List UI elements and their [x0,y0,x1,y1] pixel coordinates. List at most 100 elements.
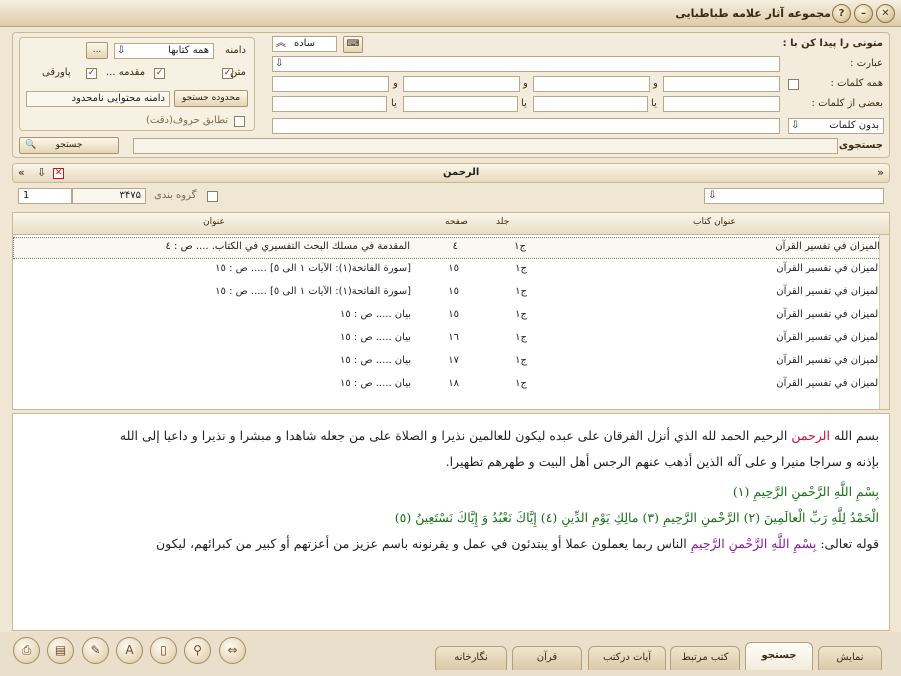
grouping-checkbox[interactable] [207,191,218,202]
dropdown-arrow-icon: ⇩ [117,45,126,56]
dropdown-arrow-icon[interactable]: ⇩ [37,166,46,179]
all-words-input-3[interactable] [403,76,520,92]
scope-select[interactable]: همه کتابها ⇩ [114,43,214,59]
zoom-icon[interactable]: ⚲ [184,637,211,664]
table-row[interactable]: الميزان في تفسير القرآن ج۱ ١٧ بيان ..... ص … [13,352,889,374]
footnote-label: پاورقی [42,67,71,78]
table-row[interactable]: الميزان في تفسير القرآن ج۱ ١٥ [سورة الفاتحة… [13,283,889,305]
help-icon[interactable]: ? [832,4,851,23]
row-title: بيان ..... ص : ١٥ [339,309,411,320]
exact-match-label: تطابق حروف(دقت) [146,115,229,126]
range-value: دامنه محتوایی نامحدود [26,91,170,107]
intro-label: مقدمه ... [106,67,146,78]
row-page: ١٥ [448,263,459,274]
scope-value: همه کتابها [168,45,209,56]
col-page-header[interactable]: صفحه [445,217,468,227]
table-row[interactable]: الميزان في تفسير القرآن ج۱ ١٥ [سورة الفاتحة… [13,260,889,282]
col-volume-header[interactable]: جلد [496,217,509,227]
row-volume: ج۱ [515,263,527,274]
tab-2[interactable]: کتب مرتبط [670,646,740,670]
row-volume: ج۱ [515,378,527,389]
some-words-input-4[interactable] [272,96,387,112]
edit-note-icon[interactable]: ✎ [82,637,109,664]
intro-checkbox[interactable]: ✓ [154,68,165,79]
all-words-input-2[interactable] [533,76,650,92]
tab-0[interactable]: نمایش [818,646,882,670]
all-words-input-1[interactable] [663,76,780,92]
and-label-1: و [653,78,658,89]
search-button[interactable]: 🔍 جستجو [19,137,119,154]
title-bar: ✕ – ? مجموعه آثار علامه طباطبایی [0,0,901,27]
page-icon[interactable]: ▯ [150,637,177,664]
close-icon[interactable]: ✕ [876,4,895,23]
row-title: المقدمة في مسلك البحث التفسيري في الكتاب… [165,241,410,252]
table-scrollbar[interactable] [879,235,889,409]
search-header-label: متونی را پیدا کن با : [782,38,883,49]
dropdown-arrow-icon: ⇩ [791,120,800,131]
table-row[interactable]: الميزان في تفسير القرآن ج۱ ٤ المقدمة في مسل… [13,237,889,259]
footnote-checkbox[interactable]: ✓ [86,68,97,79]
all-words-input-4[interactable] [272,76,389,92]
some-words-input-2[interactable] [533,96,648,112]
without-words-input[interactable] [272,118,780,134]
keyboard-button[interactable]: ⌨ [343,36,363,53]
range-button[interactable]: محدوده جستجو [174,90,248,107]
search-button-label: جستجو [55,140,83,150]
tab-4[interactable]: قرآن [512,646,582,670]
search-mode-select[interactable]: ساده ︽ [272,36,337,52]
row-book: الميزان في تفسير القرآن [776,309,881,320]
minimize-icon[interactable]: – [854,4,873,23]
table-row[interactable]: الميزان في تفسير القرآن ج۱ ١٥ بيان ..... ص … [13,306,889,328]
row-book: الميزان في تفسير القرآن [776,355,881,366]
row-title: [سورة الفاتحة(١): الآيات ١ الى ٥] ..... … [215,286,411,297]
tab-5[interactable]: نگارخانه [435,646,507,670]
without-words-select[interactable]: بدون کلمات ⇩ [788,118,884,134]
row-book: الميزان في تفسير القرآن [775,241,880,252]
window-title: مجموعه آثار علامه طباطبایی [675,7,831,20]
compare-icon[interactable]: ⇔ [219,637,246,664]
phrase-input[interactable]: ⇩ [272,56,780,72]
tab-1[interactable]: جستجو [745,642,813,670]
nav-prev-icon[interactable]: « [18,166,25,179]
exact-match-checkbox[interactable] [234,116,245,127]
results-count: ۳۴۷۵ [72,188,146,204]
row-volume: ج۱ [515,309,527,320]
scope-more-button[interactable]: ... [86,42,108,59]
dropdown-arrow-icon: ⇩ [708,190,717,201]
grouping-label: گروه بندی [154,190,197,201]
font-settings-icon[interactable]: A [116,637,143,664]
clear-query-icon[interactable]: ✕ [53,168,64,179]
table-row[interactable]: الميزان في تفسير القرآن ج۱ ١٨ بيان ..... ص … [13,375,889,397]
filter-input[interactable]: ⇩ [704,188,884,204]
print-icon[interactable]: ⎙ [13,637,40,664]
content-text: بسم الله الرحمن الرحيم الحمد لله الذي أن… [12,413,890,631]
dropdown-arrow-icon: ⇩ [275,58,284,69]
tab-3[interactable]: آیات درکتب [588,646,666,670]
page-number-input[interactable]: 1 [18,188,72,204]
query-text: الرحمن [443,167,480,178]
text-label: متن [230,67,246,78]
verse-fatiha: الْحَمْدُ لِلَّهِ رَبِّ الْعالَمِينَ (٢)… [394,510,879,525]
row-title: بيان ..... ص : ١٥ [339,378,411,389]
some-words-input-1[interactable] [663,96,780,112]
table-row[interactable]: الميزان في تفسير القرآن ج۱ ١٦ بيان ..... ص … [13,329,889,351]
or-label-3: یا [391,98,397,109]
content-paragraph-1: بسم الله الرحمن الرحيم الحمد لله الذي أن… [119,428,879,443]
nav-next-icon[interactable]: » [877,166,884,179]
content-paragraph-2: بإذنه و سراجا منيرا و على آله الذين أذهب… [445,454,879,469]
verse-inline: بِسْمِ اللَّهِ الرَّحْمنِ الرَّحِيمِ [690,536,817,551]
col-book-header[interactable]: عنوان کتاب [693,217,736,227]
search-icon: 🔍 [25,140,37,150]
verse-basmala: بِسْمِ اللَّهِ الرَّحْمنِ الرَّحِيمِ (١) [732,484,879,499]
some-words-input-3[interactable] [403,96,518,112]
all-words-checkbox[interactable] [788,79,799,90]
row-book: الميزان في تفسير القرآن [776,378,881,389]
row-page: ٤ [452,241,458,252]
scope-label: دامنه [225,45,246,56]
or-label-1: یا [651,98,657,109]
search-highlight: الرحمن [791,428,830,443]
col-title-header[interactable]: عنوان [203,217,225,227]
book-icon[interactable]: ▤ [47,637,74,664]
row-volume: ج۱ [515,355,527,366]
row-title: بيان ..... ص : ١٥ [339,332,411,343]
